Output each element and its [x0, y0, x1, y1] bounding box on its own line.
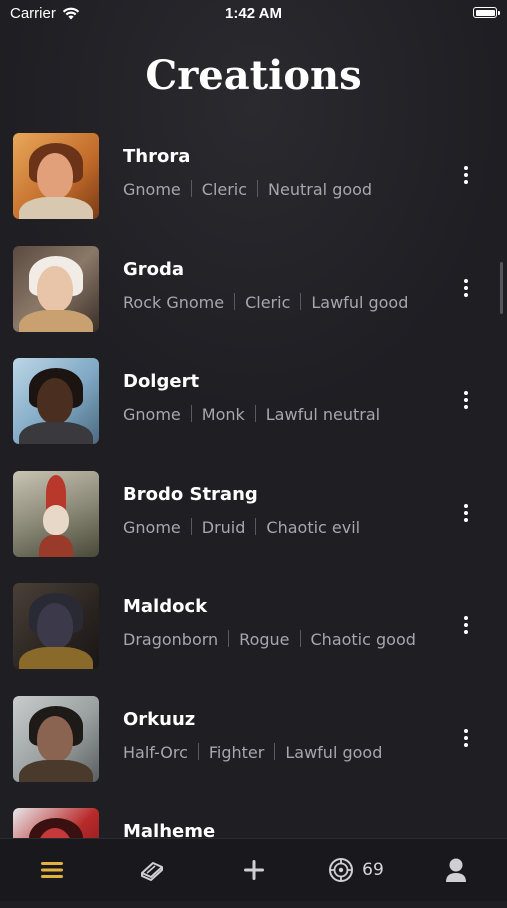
- character-details: Gnome Monk Lawful neutral: [123, 405, 380, 424]
- character-class: Cleric: [201, 180, 248, 199]
- character-portrait: [13, 358, 99, 444]
- separator: [257, 180, 259, 197]
- status-time: 1:42 AM: [225, 5, 282, 22]
- separator: [274, 742, 276, 760]
- separator: [299, 630, 301, 647]
- credits-count: 69: [362, 860, 384, 880]
- character-class: Rogue: [239, 630, 290, 649]
- tab-credits[interactable]: 69: [326, 855, 386, 885]
- more-options-icon[interactable]: [458, 163, 474, 189]
- character-race: Gnome: [123, 180, 181, 199]
- book-icon: [141, 862, 163, 881]
- character-class: Druid: [201, 517, 246, 537]
- tab-profile[interactable]: [440, 855, 472, 885]
- list-icon: [41, 862, 63, 878]
- character-name: Throra: [123, 146, 191, 167]
- character-portrait: [13, 470, 99, 557]
- tab-library[interactable]: [136, 855, 168, 885]
- character-portrait: [13, 245, 99, 332]
- character-row[interactable]: Orkuuz Half-Orc Fighter Lawful good: [0, 683, 507, 796]
- character-race: Rock Gnome: [123, 292, 225, 312]
- character-class: Monk: [201, 405, 245, 424]
- tab-create[interactable]: [238, 855, 270, 885]
- character-portrait: [13, 133, 99, 219]
- more-options-icon[interactable]: [458, 613, 474, 639]
- more-options-icon[interactable]: [458, 501, 474, 527]
- character-alignment: Chaotic evil: [266, 517, 361, 537]
- separator: [254, 405, 256, 422]
- more-options-icon[interactable]: [458, 276, 474, 302]
- separator: [190, 180, 192, 197]
- battery-icon: [473, 7, 500, 18]
- status-bar: Carrier 1:42 AM: [0, 0, 507, 28]
- more-options-icon[interactable]: [458, 388, 474, 414]
- character-alignment: Lawful good: [311, 292, 409, 312]
- more-options-icon[interactable]: [458, 726, 474, 752]
- character-row[interactable]: Throra Gnome Cleric Neutral good: [0, 120, 507, 233]
- character-name: Maldock: [123, 596, 208, 617]
- character-race: Half-Orc: [123, 742, 188, 762]
- scroll-indicator[interactable]: [500, 262, 503, 314]
- tab-bar: 69: [0, 838, 507, 901]
- separator: [234, 292, 236, 310]
- separator: [300, 292, 302, 310]
- character-details: Gnome Druid Chaotic evil: [123, 517, 361, 537]
- character-row[interactable]: Brodo Strang Gnome Druid Chaotic evil: [0, 458, 507, 571]
- page-title: Creations: [145, 52, 362, 99]
- character-name: Orkuuz: [123, 708, 196, 730]
- plus-icon: [244, 860, 264, 880]
- separator: [190, 517, 192, 535]
- character-name: Brodo Strang: [123, 483, 258, 505]
- character-details: Rock Gnome Cleric Lawful good: [123, 292, 409, 312]
- character-race: Dragonborn: [123, 630, 219, 649]
- character-alignment: Lawful neutral: [265, 405, 381, 424]
- character-class: Cleric: [245, 292, 291, 312]
- character-alignment: Neutral good: [268, 180, 373, 199]
- character-portrait: [13, 583, 99, 669]
- tab-list[interactable]: [36, 855, 68, 885]
- character-name: Groda: [123, 258, 185, 280]
- character-list: Throra Gnome Cleric Neutral good Groda Roc…: [0, 120, 507, 908]
- character-race: Gnome: [123, 517, 181, 537]
- separator: [228, 630, 230, 647]
- character-alignment: Lawful good: [285, 742, 383, 762]
- profile-icon: [446, 858, 466, 882]
- separator: [255, 517, 257, 535]
- character-name: Dolgert: [123, 371, 200, 392]
- character-alignment: Chaotic good: [310, 630, 416, 649]
- separator: [190, 405, 192, 422]
- character-details: Half-Orc Fighter Lawful good: [123, 742, 383, 762]
- character-class: Fighter: [208, 742, 265, 762]
- character-race: Gnome: [123, 405, 181, 424]
- character-details: Dragonborn Rogue Chaotic good: [123, 630, 416, 649]
- character-portrait: [13, 695, 99, 782]
- character-details: Gnome Cleric Neutral good: [123, 180, 372, 199]
- character-row[interactable]: Dolgert Gnome Monk Lawful neutral: [0, 345, 507, 458]
- character-row[interactable]: Maldock Dragonborn Rogue Chaotic good: [0, 570, 507, 683]
- character-row[interactable]: Groda Rock Gnome Cleric Lawful good: [0, 233, 507, 346]
- separator: [197, 742, 199, 760]
- dice-icon: [329, 858, 354, 882]
